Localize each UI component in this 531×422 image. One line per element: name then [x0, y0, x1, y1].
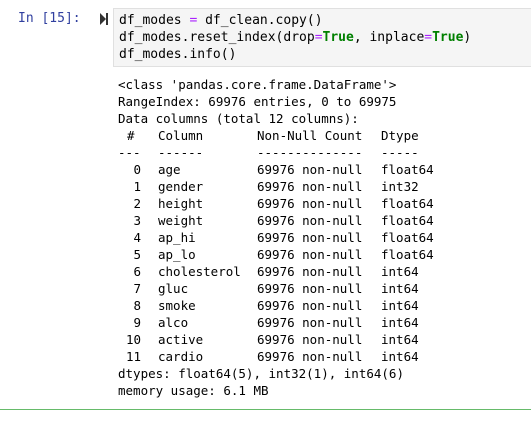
- output-class-line: <class 'pandas.core.frame.DataFrame'>: [118, 77, 397, 92]
- table-cell: 7: [133, 281, 141, 296]
- table-cell: 10: [125, 332, 141, 347]
- table-cell: --------------: [257, 145, 363, 160]
- operator-token: =: [424, 30, 433, 45]
- cell-selection-border: [0, 409, 531, 410]
- table-cell: gender: [158, 179, 204, 194]
- table-cell: Non-Null Count: [257, 128, 363, 143]
- code-line[interactable]: df_modes = df_clean.copy(): [119, 12, 323, 29]
- table-cell: int64: [381, 315, 419, 330]
- table-cell: Dtype: [381, 128, 419, 143]
- table-cell: 69976 non-null: [257, 281, 363, 296]
- cell-output: <class 'pandas.core.frame.DataFrame'> Ra…: [118, 76, 518, 406]
- table-cell: int32: [381, 179, 419, 194]
- paren-token: (: [306, 13, 315, 28]
- table-cell: cholesterol: [158, 264, 241, 279]
- table-cell: ap_lo: [158, 247, 196, 262]
- table-cell: float64: [381, 162, 434, 177]
- paren-token: ): [228, 47, 237, 62]
- table-cell: 69976 non-null: [257, 315, 363, 330]
- code-line[interactable]: df_modes.reset_index(drop=True, inplace=…: [119, 29, 471, 46]
- table-cell: 69976 non-null: [257, 196, 363, 211]
- paren-token: ): [314, 13, 323, 28]
- table-cell: ---: [118, 145, 141, 160]
- table-cell: cardio: [158, 349, 204, 364]
- table-cell: 69976 non-null: [257, 247, 363, 262]
- table-cell: 8: [133, 298, 141, 313]
- code-editor[interactable]: df_modes = df_clean.copy() df_modes.rese…: [113, 8, 531, 67]
- table-cell: 4: [133, 230, 141, 245]
- table-cell: -----: [381, 145, 419, 160]
- table-cell: active: [158, 332, 204, 347]
- notebook-code-cell[interactable]: In [15]: df_modes = df_clean.copy() df_m…: [0, 0, 531, 410]
- table-cell: 9: [133, 315, 141, 330]
- table-cell: smoke: [158, 298, 196, 313]
- table-cell: #: [127, 128, 135, 143]
- table-cell: 69976 non-null: [257, 264, 363, 279]
- table-cell: float64: [381, 247, 434, 262]
- run-cell-icon[interactable]: [100, 13, 108, 25]
- paren-token: (: [275, 30, 284, 45]
- table-cell: 6: [133, 264, 141, 279]
- table-cell: alco: [158, 315, 189, 330]
- paren-token: ): [463, 30, 472, 45]
- table-cell: 5: [133, 247, 141, 262]
- table-cell: int64: [381, 264, 419, 279]
- table-cell: 69976 non-null: [257, 179, 363, 194]
- table-cell: 3: [133, 213, 141, 228]
- table-cell: gluc: [158, 281, 189, 296]
- table-cell: 69976 non-null: [257, 230, 363, 245]
- table-cell: ------: [158, 145, 204, 160]
- output-columns-line: Data columns (total 12 columns):: [118, 111, 359, 126]
- operator-token: =: [314, 30, 323, 45]
- keyword-token: True: [432, 30, 464, 45]
- table-cell: int64: [381, 298, 419, 313]
- table-cell: 69976 non-null: [257, 298, 363, 313]
- table-cell: 1: [133, 179, 141, 194]
- table-cell: 69976 non-null: [257, 162, 363, 177]
- table-cell: Column: [158, 128, 204, 143]
- table-cell: 69976 non-null: [257, 332, 363, 347]
- table-cell: float64: [381, 213, 434, 228]
- table-cell: ap_hi: [158, 230, 196, 245]
- table-cell: 2: [133, 196, 141, 211]
- keyword-token: True: [322, 30, 354, 45]
- table-cell: 0: [133, 162, 141, 177]
- table-cell: float64: [381, 196, 434, 211]
- table-cell: 69976 non-null: [257, 213, 363, 228]
- operator-token: =: [189, 13, 198, 28]
- table-cell: age: [158, 162, 181, 177]
- table-cell: int64: [381, 281, 419, 296]
- table-cell: weight: [158, 213, 204, 228]
- table-cell: int64: [381, 332, 419, 347]
- input-prompt: In [15]:: [18, 11, 81, 26]
- output-memory-line: memory usage: 6.1 MB: [118, 383, 269, 398]
- table-cell: float64: [381, 230, 434, 245]
- code-line[interactable]: df_modes.info(): [119, 46, 236, 63]
- table-cell: height: [158, 196, 204, 211]
- output-dtypes-line: dtypes: float64(5), int32(1), int64(6): [118, 366, 404, 381]
- table-cell: 69976 non-null: [257, 349, 363, 364]
- table-cell: int64: [381, 349, 419, 364]
- table-cell: 11: [125, 349, 141, 364]
- output-rangeindex-line: RangeIndex: 69976 entries, 0 to 69975: [118, 94, 397, 109]
- paren-token: (: [220, 47, 229, 62]
